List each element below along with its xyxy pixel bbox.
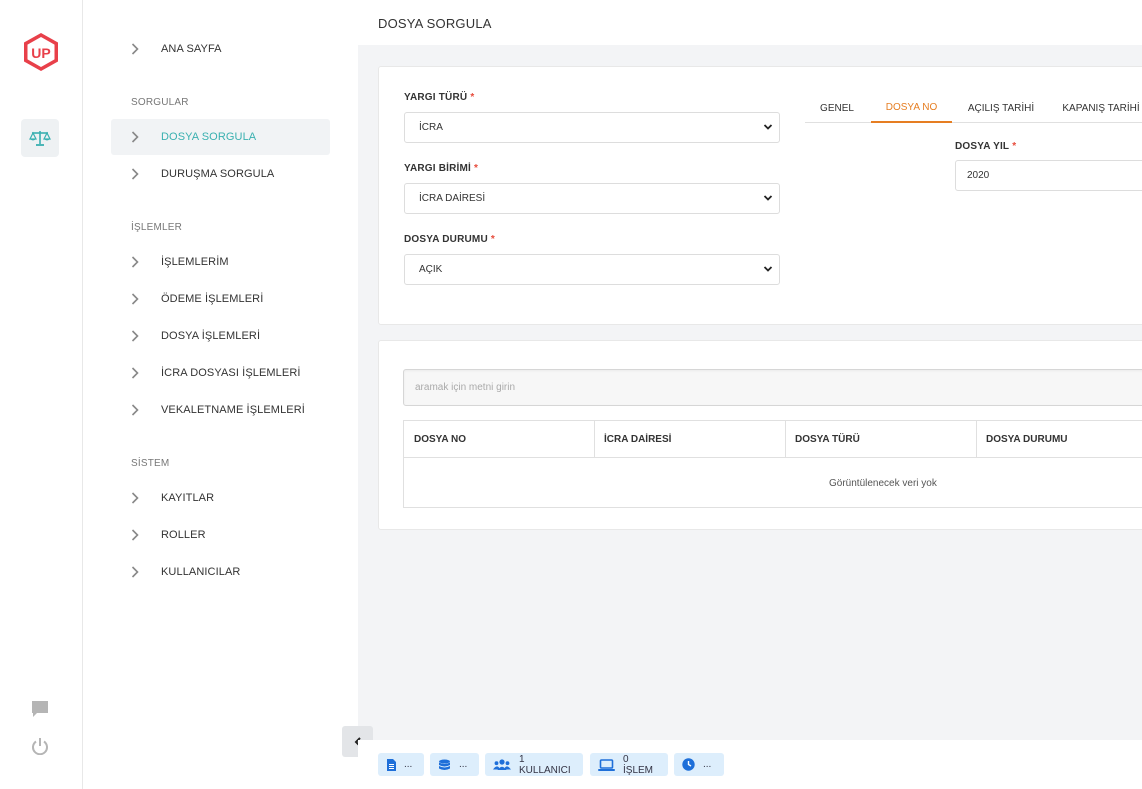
menu-item-label: KULLANICILAR (161, 566, 241, 578)
tab-genel[interactable]: GENEL (805, 93, 869, 123)
menu-item-label: DOSYA SORGULA (161, 131, 257, 143)
menu-item-odeme-islemleri[interactable]: ÖDEME İŞLEMLERİ (111, 281, 330, 317)
tab-kapanis-tarihi[interactable]: KAPANIŞ TARİHİ (1055, 93, 1142, 123)
scales-icon-button[interactable] (21, 119, 59, 157)
menu-item-label: ROLLER (161, 529, 206, 541)
menu-item-kullanicilar[interactable]: KULLANICILAR (111, 554, 330, 590)
menu-section-title: İŞLEMLER (131, 222, 183, 233)
status-pill-label: ... (404, 759, 413, 770)
chevron-right-icon (111, 293, 161, 305)
results-card: aramak için metni girin DOSYA NO İCRA DA… (378, 340, 1142, 530)
menu-item-label: KAYITLAR (161, 492, 215, 504)
menu-item-islemlerim[interactable]: İŞLEMLERİM (111, 244, 330, 280)
status-pill-users[interactable]: 1 KULLANICI (485, 753, 583, 776)
chevron-right-icon (111, 131, 161, 143)
search-tabs: GENEL DOSYA NO AÇILIŞ TARİHİ KAPANIŞ TAR… (805, 93, 1142, 123)
icon-rail: UP (0, 0, 83, 789)
database-icon (438, 759, 451, 771)
page-title: DOSYA SORGULA (378, 16, 492, 31)
document-icon (386, 758, 396, 771)
menu-item-icra-dosyasi-islemleri[interactable]: İCRA DOSYASI İŞLEMLERİ (111, 355, 330, 391)
column-header[interactable]: DOSYA DURUMU (976, 421, 1142, 458)
status-pill-clock[interactable]: ... (674, 753, 724, 776)
logo: UP (22, 32, 60, 72)
status-pill-label: 1 KULLANICI (519, 753, 571, 776)
column-header[interactable]: DOSYA NO (404, 421, 595, 458)
chevron-right-icon (111, 404, 161, 416)
yargi-birimi-select[interactable]: İCRA DAİRESİ (404, 183, 780, 214)
chevron-right-icon (111, 256, 161, 268)
scales-icon (29, 131, 51, 146)
menu-item-durusma-sorgula[interactable]: DURUŞMA SORGULA (111, 156, 330, 192)
yargi-birimi-value: İCRA DAİRESİ (419, 193, 486, 204)
status-pill-document[interactable]: ... (378, 753, 424, 776)
status-bar: ... ... 1 KULLANICI 0 İŞLEM ... (358, 740, 1142, 789)
menu-item-kayitlar[interactable]: KAYITLAR (111, 480, 330, 516)
clock-icon (682, 758, 695, 771)
menu-item-vekaletname-islemleri[interactable]: VEKALETNAME İŞLEMLERİ (111, 392, 330, 428)
column-header[interactable]: DOSYA TÜRÜ (785, 421, 977, 458)
search-input[interactable]: aramak için metni girin (403, 369, 1142, 406)
side-menu: ANA SAYFA SORGULAR DOSYA SORGULA DURUŞMA… (83, 0, 358, 789)
menu-item-dosya-sorgula[interactable]: DOSYA SORGULA (111, 119, 330, 155)
menu-item-label: İCRA DOSYASI İŞLEMLERİ (161, 367, 301, 379)
status-pill-database[interactable]: ... (430, 753, 479, 776)
status-pill-operations[interactable]: 0 İŞLEM (590, 753, 668, 776)
chevron-down-icon (763, 122, 773, 135)
dosya-yil-input[interactable]: 2020 (955, 160, 1142, 191)
chevron-down-icon (763, 193, 773, 206)
tab-acilis-tarihi[interactable]: AÇILIŞ TARİHİ (955, 93, 1047, 123)
yargi-birimi-label: YARGI BİRİMİ * (404, 163, 479, 174)
chevron-right-icon (111, 168, 161, 180)
yargi-turu-value: İCRA (419, 122, 443, 133)
query-form-card: YARGI TÜRÜ * İCRA YARGI BİRİMİ * İCRA DAİR… (378, 66, 1142, 325)
yargi-turu-select[interactable]: İCRA (404, 112, 780, 143)
chevron-right-icon (111, 330, 161, 342)
dosya-durumu-select[interactable]: AÇIK (404, 254, 780, 285)
column-header[interactable]: İCRA DAİRESİ (594, 421, 786, 458)
status-pill-label: ... (459, 759, 468, 770)
status-pill-label: ... (703, 759, 712, 770)
menu-item-dosya-islemleri[interactable]: DOSYA İŞLEMLERİ (111, 318, 330, 354)
chevron-right-icon (111, 43, 161, 55)
laptop-icon (598, 758, 615, 771)
menu-item-label: VEKALETNAME İŞLEMLERİ (161, 404, 305, 416)
menu-item-label: ÖDEME İŞLEMLERİ (161, 293, 264, 305)
menu-item-label: ANA SAYFA (161, 43, 222, 55)
empty-state-text: Görüntülenecek veri yok (829, 477, 937, 489)
chevron-right-icon (111, 566, 161, 578)
svg-text:UP: UP (31, 45, 50, 61)
page-header: DOSYA SORGULA (358, 0, 1142, 45)
chevron-right-icon (111, 492, 161, 504)
dosya-durumu-label: DOSYA DURUMU * (404, 234, 495, 245)
menu-item-label: DURUŞMA SORGULA (161, 168, 275, 180)
dosya-durumu-value: AÇIK (419, 264, 443, 275)
yargi-turu-label: YARGI TÜRÜ * (404, 92, 475, 103)
chevron-right-icon (111, 529, 161, 541)
menu-item-roller[interactable]: ROLLER (111, 517, 330, 553)
chat-icon[interactable] (30, 699, 50, 719)
table-header: DOSYA NO İCRA DAİRESİ DOSYA TÜRÜ DOSYA D… (404, 421, 1142, 458)
menu-section-title: SİSTEM (131, 458, 170, 469)
menu-item-ana-sayfa[interactable]: ANA SAYFA (111, 31, 330, 67)
dosya-yil-label: DOSYA YIL * (955, 141, 1017, 152)
tab-dosya-no[interactable]: DOSYA NO (871, 93, 952, 123)
menu-item-label: DOSYA İŞLEMLERİ (161, 330, 261, 342)
chevron-right-icon (111, 367, 161, 379)
results-table: DOSYA NO İCRA DAİRESİ DOSYA TÜRÜ DOSYA D… (403, 420, 1142, 508)
chevron-down-icon (763, 264, 773, 277)
power-icon[interactable] (30, 736, 50, 756)
menu-item-label: İŞLEMLERİM (161, 256, 229, 268)
users-icon (493, 758, 511, 771)
status-pill-label: 0 İŞLEM (623, 753, 654, 776)
menu-section-title: SORGULAR (131, 97, 189, 108)
